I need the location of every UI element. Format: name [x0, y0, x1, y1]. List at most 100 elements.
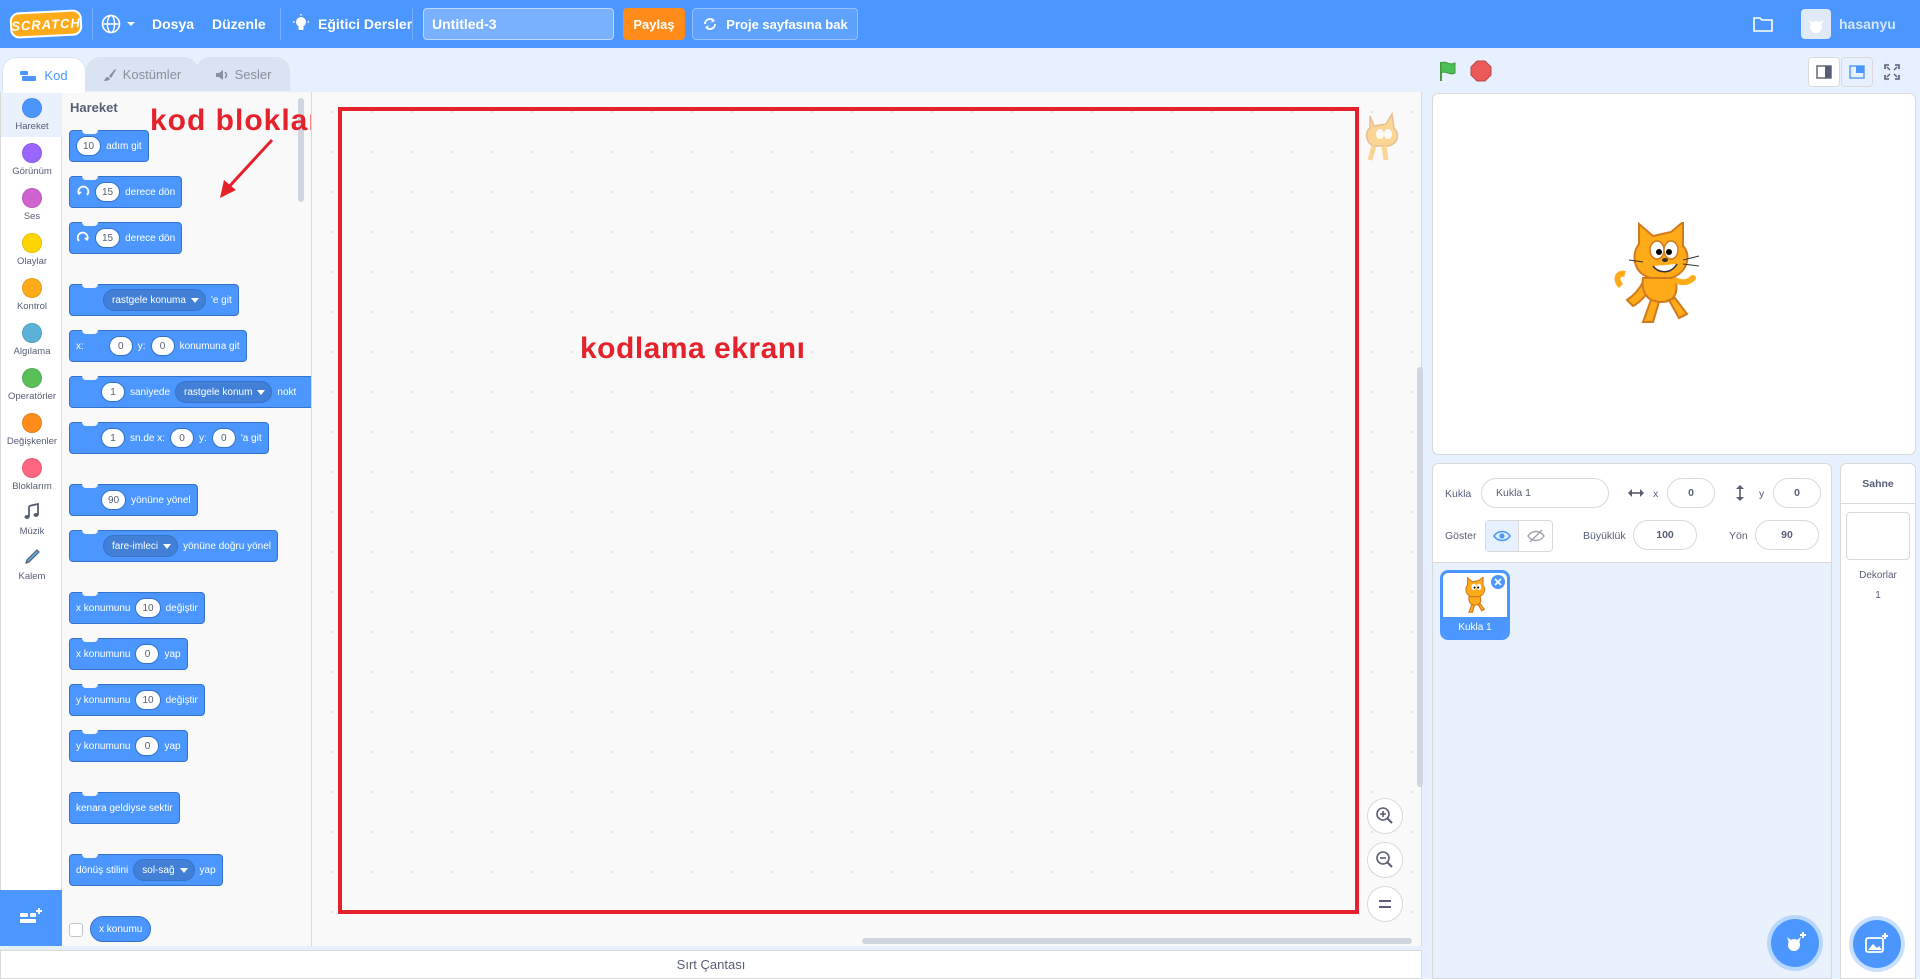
change-x-block[interactable]: x konumunu 10 değiştir	[69, 592, 205, 624]
category-events[interactable]: Olaylar	[1, 227, 63, 272]
choose-backdrop-button[interactable]	[1853, 920, 1901, 968]
share-button[interactable]: Paylaş	[623, 8, 685, 40]
zoom-in-button[interactable]	[1367, 798, 1403, 834]
zoom-out-button[interactable]	[1367, 842, 1403, 878]
annotation-arrow-icon	[220, 138, 274, 198]
turn-left-block[interactable]: 15 derece dön	[69, 222, 183, 254]
tab-code[interactable]: Kod	[2, 57, 86, 93]
direction-input[interactable]: 90	[1755, 520, 1819, 550]
x-position-checkbox[interactable]	[69, 923, 83, 937]
category-looks[interactable]: Görünüm	[1, 137, 63, 182]
y-input[interactable]: 0	[211, 428, 236, 448]
category-motion[interactable]: Hareket	[1, 92, 63, 137]
sprite-thumbnail[interactable]: Kukla 1	[1440, 570, 1510, 640]
blocks-annotation-label: kod blokları	[150, 104, 311, 137]
point-towards-block[interactable]: fare-imleci yönüne doğru yönel	[69, 530, 278, 562]
workspace-vertical-scrollbar[interactable]	[1417, 367, 1423, 787]
sprite-name-input[interactable]: Kukla 1	[1481, 478, 1609, 508]
goto-block[interactable]: rastgele konuma 'e git	[69, 284, 239, 316]
seconds-input[interactable]: 1	[101, 428, 125, 448]
x-position-input[interactable]: 0	[1667, 478, 1715, 508]
goto-xy-block[interactable]: x: 0 y: 0 konumuna git	[69, 330, 247, 362]
set-x-input[interactable]: 0	[135, 644, 160, 664]
block-text: x konumunu	[76, 648, 131, 660]
block-text: nokt	[277, 386, 297, 398]
goto-target-dropdown[interactable]: rastgele konuma	[103, 289, 206, 311]
bounce-edge-block[interactable]: kenara geldiyse sektir	[69, 792, 180, 824]
tab-sounds[interactable]: Sesler	[196, 57, 290, 91]
point-direction-block[interactable]: 90 yönüne yönel	[69, 484, 198, 516]
rotation-style-block[interactable]: dönüş stilini sol-sağ yap	[69, 854, 223, 886]
set-y-input[interactable]: 0	[135, 736, 160, 756]
zoom-reset-button[interactable]	[1367, 886, 1403, 922]
delete-sprite-button[interactable]	[1491, 575, 1505, 589]
project-title-input[interactable]	[423, 8, 614, 40]
category-pen[interactable]: Kalem	[1, 542, 63, 587]
tutorials-menu[interactable]: Eğitici Dersler	[292, 0, 412, 48]
turn-right-block[interactable]: 15 derece dön	[69, 176, 183, 208]
stop-icon[interactable]	[1469, 59, 1493, 83]
y-position-input[interactable]: 0	[1773, 478, 1821, 508]
choose-sprite-button[interactable]	[1771, 919, 1819, 967]
category-sensing[interactable]: Algılama	[1, 317, 63, 362]
category-label: Kalem	[18, 571, 46, 582]
change-x-input[interactable]: 10	[135, 598, 161, 618]
glide-target-dropdown[interactable]: rastgele konum	[175, 381, 273, 403]
folder-icon	[1753, 17, 1773, 32]
set-y-block[interactable]: y konumunu 0 yap	[69, 730, 188, 762]
category-sound[interactable]: Ses	[1, 182, 63, 227]
change-y-input[interactable]: 10	[135, 690, 161, 710]
add-extension-button[interactable]	[0, 890, 62, 946]
tab-costumes[interactable]: Kostümler	[86, 57, 198, 91]
workspace-horizontal-scrollbar[interactable]	[862, 938, 1412, 944]
block-text: yönüne yönel	[131, 494, 191, 506]
glide-to-block[interactable]: 1 saniyede rastgele konum nokt	[69, 376, 311, 408]
move-steps-block[interactable]: 10 adım git	[69, 130, 149, 162]
glide-xy-block[interactable]: 1 sn.de x: 0 y: 0 'a git	[69, 422, 269, 454]
cat-sprite[interactable]	[1613, 222, 1713, 330]
seconds-input[interactable]: 1	[101, 382, 125, 402]
category-variables[interactable]: Değişkenler	[1, 407, 63, 452]
steps-input[interactable]: 10	[76, 136, 102, 156]
size-input[interactable]: 100	[1633, 520, 1697, 550]
set-x-block[interactable]: x konumunu 0 yap	[69, 638, 188, 670]
scratch-logo[interactable]: SCRATCH	[9, 9, 83, 39]
degrees-input[interactable]: 15	[95, 182, 121, 202]
rotation-style-dropdown[interactable]: sol-sağ	[133, 859, 195, 881]
code-workspace[interactable]: kodlama ekranı	[312, 92, 1423, 946]
category-music[interactable]: Müzik	[1, 497, 63, 542]
edit-menu[interactable]: Düzenle	[212, 0, 266, 48]
horizontal-arrows-icon	[1628, 489, 1644, 497]
username: hasanyu	[1839, 16, 1896, 32]
see-project-page-button[interactable]: Proje sayfasına bak	[692, 8, 858, 40]
x-input[interactable]: 0	[170, 428, 195, 448]
sensing-dot-icon	[22, 323, 42, 343]
show-sprite-button[interactable]	[1486, 521, 1520, 551]
category-menu: Hareket Görünüm Ses Olaylar Kontrol Algı…	[0, 92, 63, 946]
degrees-input[interactable]: 15	[95, 228, 121, 248]
fullscreen-button[interactable]	[1876, 57, 1908, 87]
sprite-info-panel: Kukla Kukla 1 x 0 y 0 Göster Büyüklük 10…	[1432, 463, 1832, 563]
hide-sprite-button[interactable]	[1519, 521, 1552, 551]
normal-stage-button[interactable]	[1841, 57, 1873, 87]
music-icon	[24, 502, 39, 519]
category-operators[interactable]: Operatörler	[1, 362, 63, 407]
x-position-reporter[interactable]: x konumu	[90, 916, 152, 942]
language-menu[interactable]	[100, 0, 136, 48]
my-stuff-button[interactable]	[1752, 0, 1774, 48]
y-input[interactable]: 0	[150, 336, 175, 356]
category-my-blocks[interactable]: Bloklarım	[1, 452, 63, 497]
green-flag-icon[interactable]	[1436, 59, 1460, 83]
cat-thumbnail-icon	[1465, 577, 1486, 613]
stage-canvas[interactable]	[1432, 93, 1916, 455]
backpack-bar[interactable]: Sırt Çantası	[0, 950, 1422, 979]
change-y-block[interactable]: y konumunu 10 değiştir	[69, 684, 205, 716]
point-towards-dropdown[interactable]: fare-imleci	[103, 535, 179, 557]
category-control[interactable]: Kontrol	[1, 272, 63, 317]
account-menu[interactable]: hasanyu	[1801, 0, 1896, 48]
file-menu[interactable]: Dosya	[152, 0, 194, 48]
x-input[interactable]: 0	[108, 336, 133, 356]
stage-thumbnail[interactable]	[1846, 512, 1910, 560]
direction-input[interactable]: 90	[101, 490, 127, 510]
small-stage-button[interactable]	[1808, 57, 1840, 87]
